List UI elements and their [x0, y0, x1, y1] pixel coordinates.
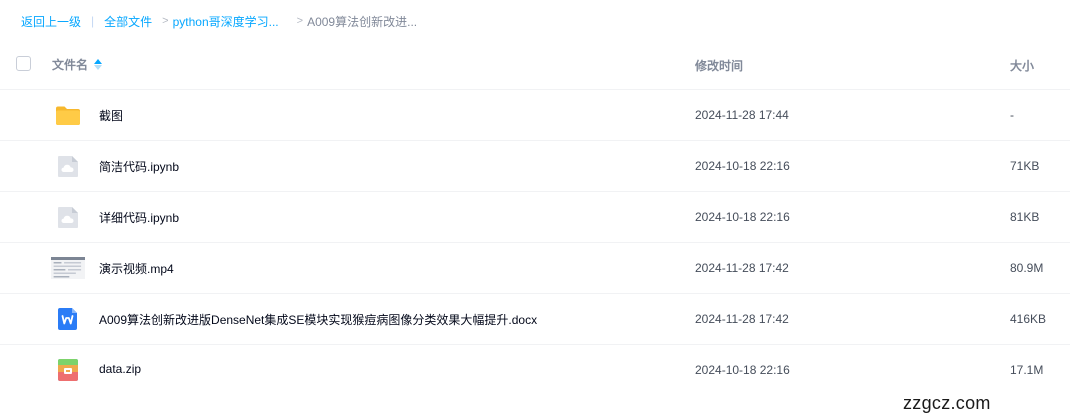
table-header: 文件名 修改时间 大小 — [0, 42, 1070, 88]
word-doc-icon — [58, 308, 77, 330]
file-name[interactable]: 详细代码.ipynb — [99, 209, 179, 226]
watermark: zzgcz.com — [903, 393, 991, 413]
file-size: 416KB — [1010, 312, 1047, 326]
breadcrumb-parent-folder[interactable]: python哥深度学习... — [173, 13, 279, 30]
table-row[interactable]: 详细代码.ipynb 2024-10-18 22:16 81KB — [0, 191, 1070, 242]
zip-archive-icon — [58, 359, 78, 381]
file-name[interactable]: 演示视频.mp4 — [99, 260, 174, 277]
breadcrumb: 返回上一级 | 全部文件 > python哥深度学习... > A009算法创新… — [21, 12, 417, 30]
file-modified-time: 2024-10-18 22:16 — [695, 210, 790, 224]
column-header-name-label: 文件名 — [52, 58, 89, 72]
file-name[interactable]: A009算法创新改进版DenseNet集成SE模块实现猴痘病图像分类效果大幅提升… — [99, 311, 537, 328]
chevron-right-icon: > — [162, 15, 169, 27]
chevron-right-icon: > — [296, 15, 304, 27]
file-name[interactable]: 截图 — [99, 107, 123, 124]
file-modified-time: 2024-10-18 22:16 — [695, 159, 790, 173]
file-size: 71KB — [1010, 159, 1040, 173]
breadcrumb-current-folder: A009算法创新改进... — [307, 14, 418, 29]
file-size: 81KB — [1010, 210, 1040, 224]
file-size: - — [1010, 108, 1014, 122]
video-thumbnail-icon — [51, 257, 85, 279]
back-link[interactable]: 返回上一级 — [21, 13, 81, 30]
table-row[interactable]: 演示视频.mp4 2024-11-28 17:42 80.9M — [0, 242, 1070, 293]
column-header-name[interactable]: 文件名 — [52, 56, 103, 73]
file-name[interactable]: data.zip — [99, 362, 141, 376]
column-header-modified[interactable]: 修改时间 — [695, 57, 743, 74]
breadcrumb-separator: | — [91, 14, 95, 28]
table-row[interactable]: A009算法创新改进版DenseNet集成SE模块实现猴痘病图像分类效果大幅提升… — [0, 293, 1070, 344]
file-modified-time: 2024-10-18 22:16 — [695, 363, 790, 377]
file-modified-time: 2024-11-28 17:42 — [695, 312, 789, 326]
file-modified-time: 2024-11-28 17:44 — [695, 108, 789, 122]
folder-icon — [56, 106, 80, 125]
cloud-file-icon — [58, 156, 78, 177]
breadcrumb-all-files[interactable]: 全部文件 — [104, 13, 152, 30]
file-name[interactable]: 简洁代码.ipynb — [99, 158, 179, 175]
select-all-checkbox[interactable] — [16, 56, 31, 71]
cloud-file-icon — [58, 207, 78, 228]
file-size: 80.9M — [1010, 261, 1044, 275]
file-list: 截图 2024-11-28 17:44 - 简洁代码.ipynb 2024-10… — [0, 89, 1070, 395]
column-header-size[interactable]: 大小 — [1010, 57, 1034, 74]
table-row[interactable]: 简洁代码.ipynb 2024-10-18 22:16 71KB — [0, 140, 1070, 191]
file-modified-time: 2024-11-28 17:42 — [695, 261, 789, 275]
table-row[interactable]: 截图 2024-11-28 17:44 - — [0, 89, 1070, 140]
sort-icon[interactable] — [94, 59, 103, 70]
file-size: 17.1M — [1010, 363, 1044, 377]
table-row[interactable]: data.zip 2024-10-18 22:16 17.1M — [0, 344, 1070, 395]
